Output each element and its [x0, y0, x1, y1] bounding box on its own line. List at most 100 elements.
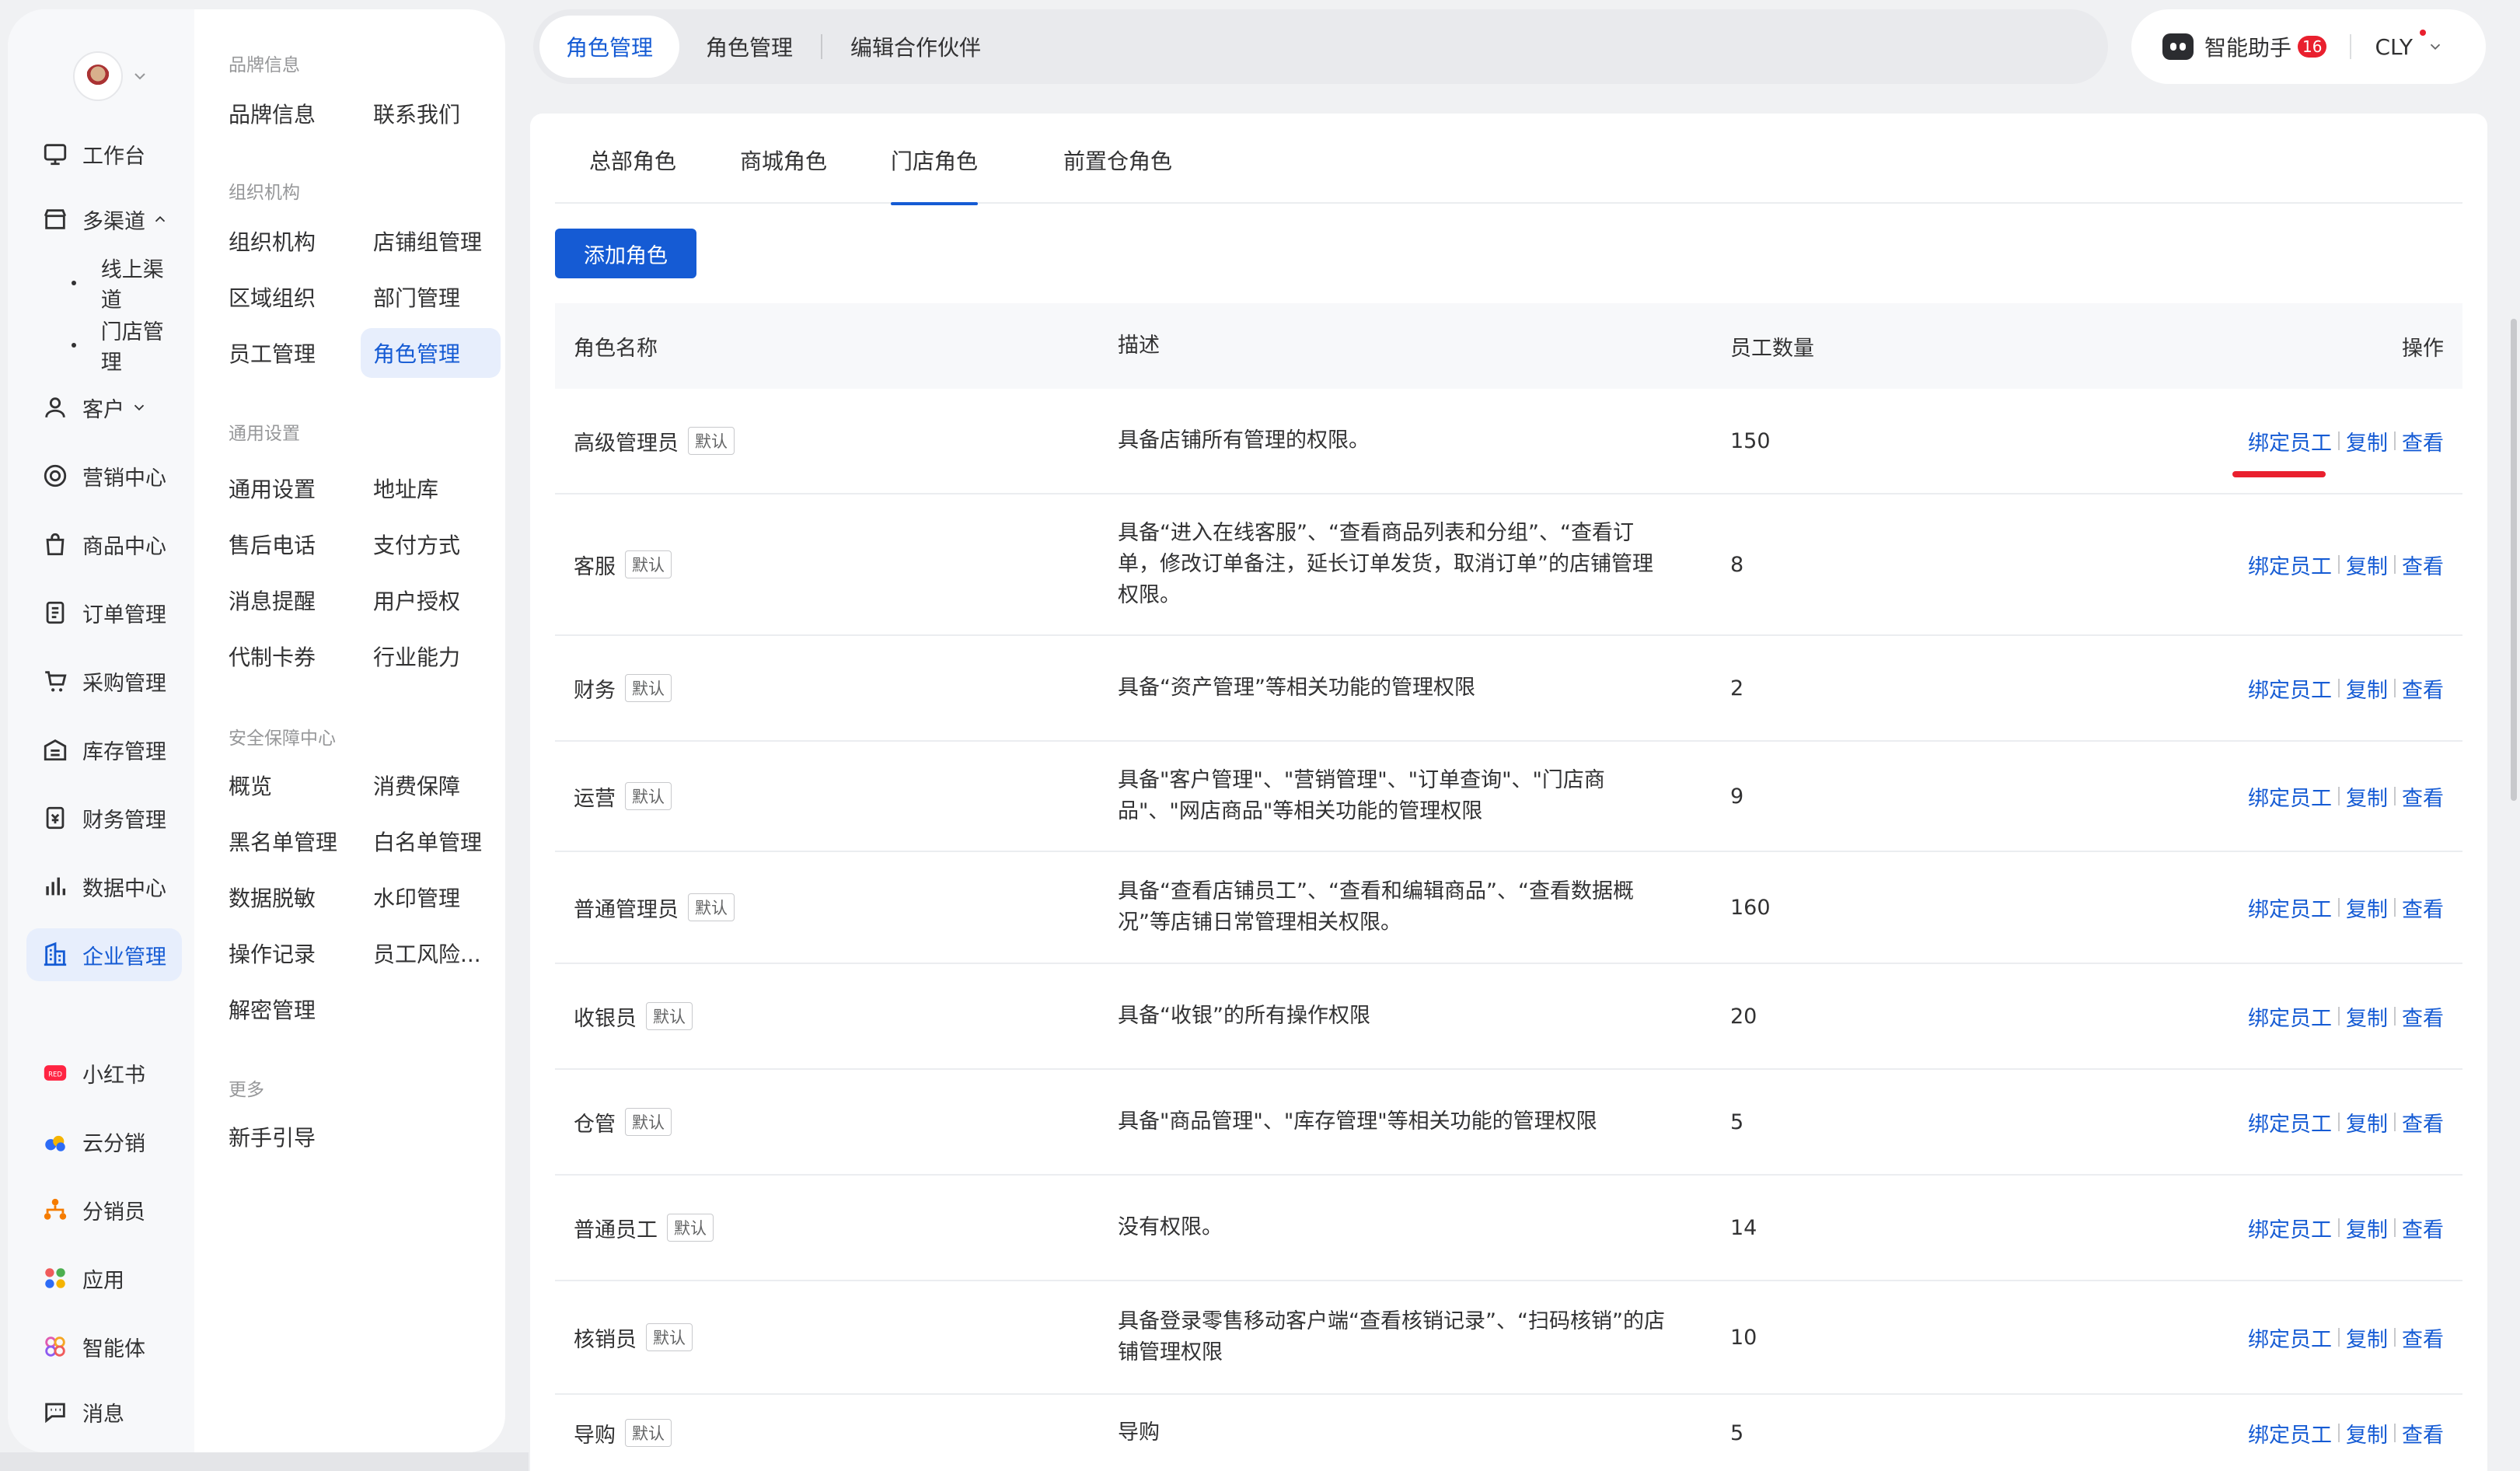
copy-link[interactable]: 复制	[2346, 1323, 2388, 1353]
chart-icon	[46, 877, 66, 896]
tab-role-management[interactable]: 角色管理	[539, 16, 680, 78]
view-link[interactable]: 查看	[2402, 426, 2444, 456]
sec-item-decryption[interactable]: 解密管理	[216, 984, 356, 1034]
nav-item-cloud-distribution[interactable]: 云分销	[26, 1115, 182, 1168]
tab-mall-roles[interactable]: 商城角色	[740, 145, 827, 204]
copy-link[interactable]: 复制	[2346, 781, 2388, 812]
distributor-icon	[44, 1198, 67, 1220]
bind-staff-link[interactable]: 绑定员工	[2248, 1323, 2332, 1353]
user-menu[interactable]: CLY	[2375, 29, 2444, 60]
sec-item-address-book[interactable]: 地址库	[361, 463, 501, 513]
sec-item-role-management[interactable]: 角色管理	[361, 328, 501, 378]
add-role-button[interactable]: 添加角色	[555, 229, 696, 278]
bind-staff-link[interactable]: 绑定员工	[2248, 1418, 2332, 1448]
sec-item-blacklist[interactable]: 黑名单管理	[216, 816, 356, 866]
nav-item-customer[interactable]: 客户	[26, 381, 182, 434]
nav-item-marketing[interactable]: 营销中心	[26, 449, 182, 502]
sec-item-operation-log[interactable]: 操作记录	[216, 928, 356, 978]
nav-item-enterprise[interactable]: 企业管理	[26, 928, 182, 981]
avatar[interactable]	[73, 51, 123, 101]
nav-item-online-channel[interactable]: 线上渠道	[26, 257, 182, 313]
copy-link[interactable]: 复制	[2346, 893, 2388, 923]
bind-staff-link[interactable]: 绑定员工	[2248, 673, 2332, 704]
apps-icon	[45, 1268, 65, 1288]
sec-item-notifications[interactable]: 消息提醒	[216, 575, 356, 625]
sec-item-staff-risk[interactable]: 员工风险...	[361, 928, 501, 978]
sec-item-data-masking[interactable]: 数据脱敏	[216, 872, 356, 922]
nav-item-data-center[interactable]: 数据中心	[26, 860, 182, 913]
bind-staff-link[interactable]: 绑定员工	[2248, 781, 2332, 812]
tab-store-roles[interactable]: 门店角色	[891, 145, 979, 205]
nav-item-products[interactable]: 商品中心	[26, 518, 182, 571]
copy-link[interactable]: 复制	[2346, 426, 2388, 456]
sec-item-payment[interactable]: 支付方式	[361, 519, 501, 569]
view-link[interactable]: 查看	[2402, 893, 2444, 923]
copy-link[interactable]: 复制	[2346, 1418, 2388, 1448]
action-divider	[2394, 679, 2396, 697]
store-icon	[44, 209, 67, 229]
view-link[interactable]: 查看	[2402, 673, 2444, 704]
sec-item-general-settings[interactable]: 通用设置	[216, 463, 356, 513]
sec-item-region-org[interactable]: 区域组织	[216, 272, 356, 322]
copy-link[interactable]: 复制	[2346, 1001, 2388, 1032]
view-link[interactable]: 查看	[2402, 1107, 2444, 1137]
nav-item-store-management[interactable]: 门店管理	[26, 319, 182, 375]
sec-item-after-sales-phone[interactable]: 售后电话	[216, 519, 356, 569]
cart-icon	[45, 671, 67, 692]
tab-role-management-2[interactable]: 角色管理	[679, 16, 819, 78]
sec-item-organization[interactable]: 组织机构	[216, 216, 356, 266]
copy-link[interactable]: 复制	[2346, 673, 2388, 704]
tab-edit-partner[interactable]: 编辑合作伙伴	[824, 16, 1007, 78]
svg-text:RED: RED	[48, 1071, 62, 1078]
nav-item-apps[interactable]: 应用	[26, 1252, 182, 1305]
sec-item-whitelist[interactable]: 白名单管理	[361, 816, 501, 866]
roles-table: 角色名称 描述 员工数量 操作 高级管理员 默认 具备店铺所有管理的权限。 150 绑定…	[555, 303, 2462, 1471]
tab-hq-roles[interactable]: 总部角色	[589, 145, 676, 204]
warehouse-icon	[44, 739, 67, 761]
nav-item-distributor[interactable]: 分销员	[26, 1183, 182, 1236]
sec-item-industry[interactable]: 行业能力	[361, 631, 501, 681]
sec-item-overview[interactable]: 概览	[216, 760, 356, 810]
nav-item-inventory[interactable]: 库存管理	[26, 723, 182, 776]
sec-item-user-auth[interactable]: 用户授权	[361, 575, 501, 625]
nav-item-finance[interactable]: 财务管理	[26, 791, 182, 844]
view-link[interactable]: 查看	[2402, 550, 2444, 580]
copy-link[interactable]: 复制	[2346, 1107, 2388, 1137]
bind-staff-link[interactable]: 绑定员工	[2248, 893, 2332, 923]
view-link[interactable]: 查看	[2402, 1418, 2444, 1448]
table-row: 财务 默认 具备“资产管理”等相关功能的管理权限 2 绑定员工 复制 查看	[555, 636, 2462, 742]
copy-link[interactable]: 复制	[2346, 1213, 2388, 1243]
sec-item-contact-us[interactable]: 联系我们	[361, 89, 501, 138]
row-actions: 绑定员工 复制 查看	[2228, 426, 2462, 456]
sec-item-coupon-making[interactable]: 代制卡券	[216, 631, 356, 681]
sec-item-beginner-guide[interactable]: 新手引导	[216, 1112, 356, 1162]
scrollbar[interactable]	[2511, 319, 2517, 801]
sec-item-staff[interactable]: 员工管理	[216, 328, 356, 378]
tab-warehouse-roles[interactable]: 前置仓角色	[1063, 145, 1172, 204]
sec-item-brand-info[interactable]: 品牌信息	[216, 89, 356, 138]
bind-staff-link[interactable]: 绑定员工	[2248, 1107, 2332, 1137]
nav-item-orders[interactable]: 订单管理	[26, 586, 182, 639]
sec-item-store-group[interactable]: 店铺组管理	[361, 216, 501, 266]
bind-staff-link[interactable]: 绑定员工	[2248, 1001, 2332, 1032]
assistant-button[interactable]: 智能助手 16	[2162, 31, 2327, 62]
avatar-menu[interactable]	[73, 51, 149, 101]
nav-item-agent[interactable]: 智能体	[26, 1320, 182, 1373]
bind-staff-link[interactable]: 绑定员工	[2248, 426, 2332, 456]
bind-staff-link[interactable]: 绑定员工	[2248, 550, 2332, 580]
view-link[interactable]: 查看	[2402, 1001, 2444, 1032]
sec-item-consumer-protection[interactable]: 消费保障	[361, 760, 501, 810]
nav-item-multichannel[interactable]: 多渠道	[26, 193, 182, 246]
copy-link[interactable]: 复制	[2346, 550, 2388, 580]
sec-item-watermark[interactable]: 水印管理	[361, 872, 501, 922]
row-actions: 绑定员工 复制 查看	[2228, 673, 2462, 704]
nav-item-xiaohongshu[interactable]: RED 小红书	[26, 1046, 182, 1099]
nav-item-workbench[interactable]: 工作台	[26, 128, 182, 180]
nav-item-messages[interactable]: 消息	[26, 1385, 182, 1438]
view-link[interactable]: 查看	[2402, 1213, 2444, 1243]
bind-staff-link[interactable]: 绑定员工	[2248, 1213, 2332, 1243]
view-link[interactable]: 查看	[2402, 1323, 2444, 1353]
view-link[interactable]: 查看	[2402, 781, 2444, 812]
sec-item-department[interactable]: 部门管理	[361, 272, 501, 322]
nav-item-purchasing[interactable]: 采购管理	[26, 655, 182, 708]
